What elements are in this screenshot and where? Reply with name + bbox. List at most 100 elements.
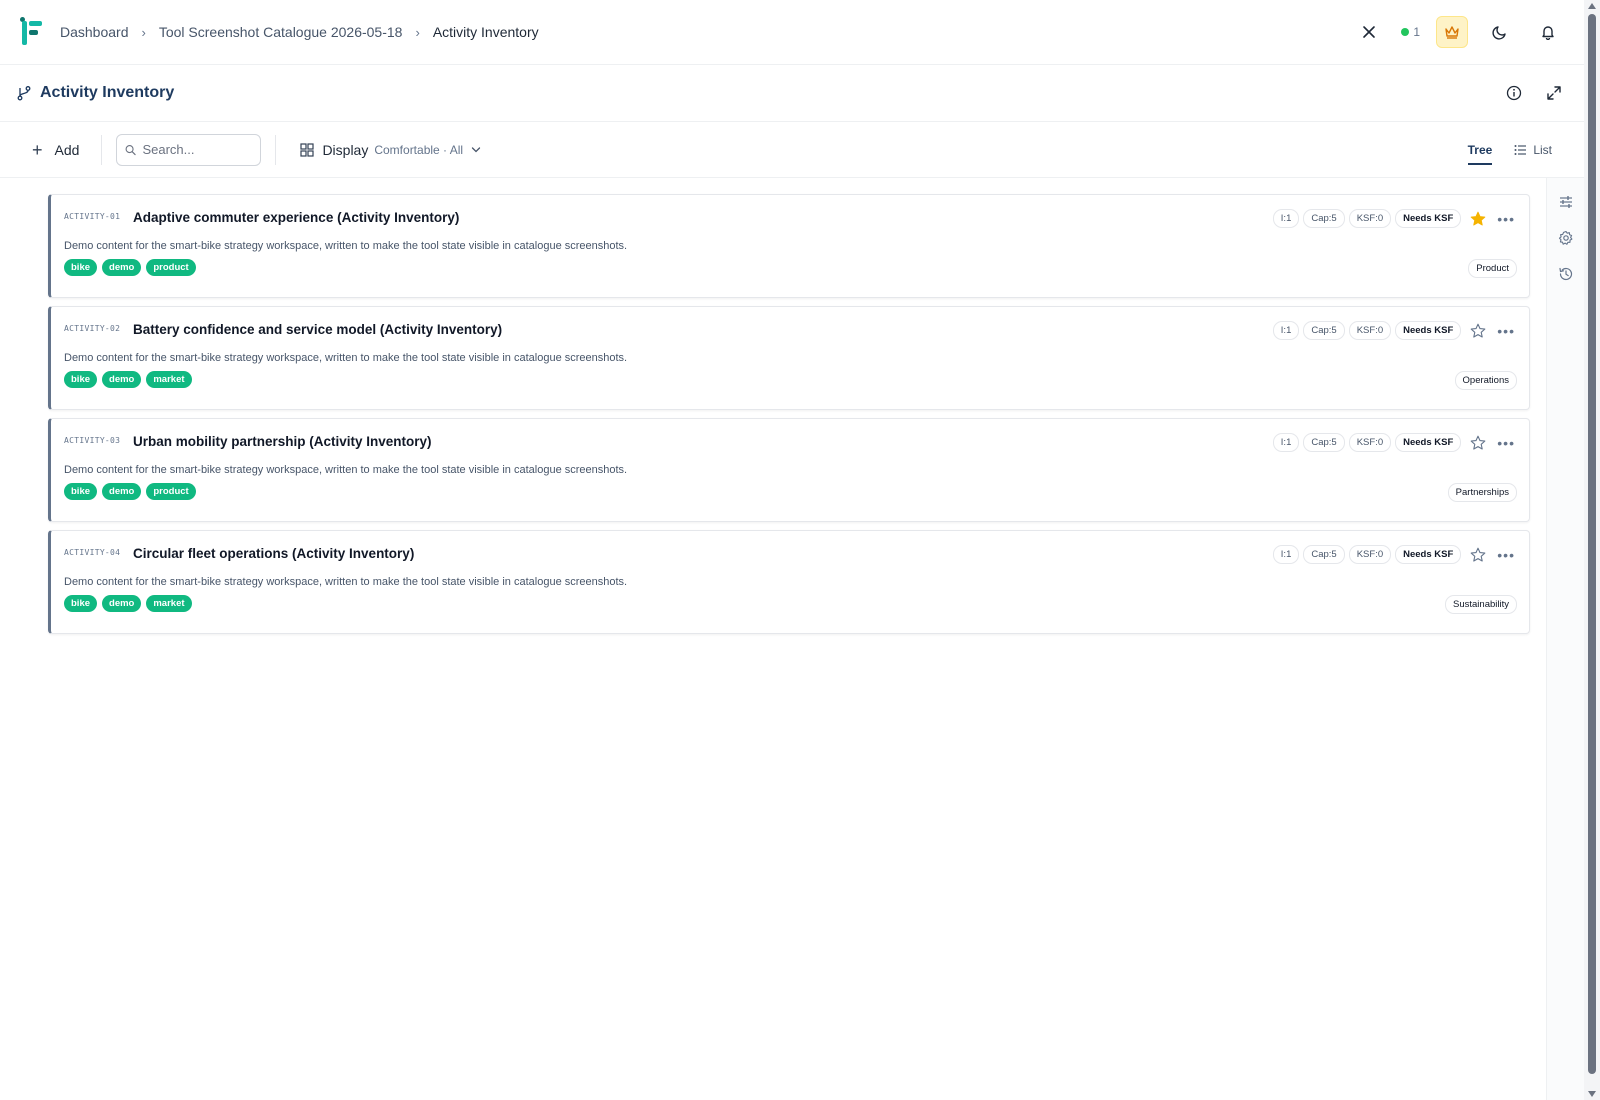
scroll-up-icon[interactable] [1588,3,1596,9]
tab-list[interactable]: List [1514,122,1552,177]
more-options-icon[interactable]: ••• [1497,212,1515,226]
scroll-down-icon[interactable] [1588,1091,1596,1097]
favorite-button[interactable] [1469,322,1487,340]
importance-chip: I:1 [1272,209,1300,228]
activity-card[interactable]: ACTIVITY-01 Adaptive commuter experience… [48,194,1530,298]
page-header: Activity Inventory [0,65,1584,122]
branch-icon [17,86,31,101]
more-options-icon[interactable]: ••• [1497,548,1515,562]
activity-code: ACTIVITY-01 [64,212,121,221]
more-options-icon[interactable]: ••• [1497,436,1515,450]
display-options-button[interactable]: Display Comfortable · All [300,142,481,158]
view-tabs: Tree List [1446,122,1552,177]
breadcrumb-dashboard[interactable]: Dashboard [60,24,129,40]
category-badge: Sustainability [1445,595,1517,614]
tag[interactable]: bike [64,483,98,500]
activity-description: Demo content for the smart-bike strategy… [64,464,628,476]
activity-description: Demo content for the smart-bike strategy… [64,352,628,364]
history-icon [1559,267,1573,281]
capability-chip: Cap:5 [1303,433,1345,452]
favorite-button[interactable] [1469,210,1487,228]
page-title: Activity Inventory [40,84,175,101]
activity-card[interactable]: ACTIVITY-03 Urban mobility partnership (… [48,418,1530,522]
divider [275,134,277,165]
add-label: Add [54,141,80,158]
list-icon [1514,144,1527,155]
close-icon [1363,26,1376,38]
top-bar: Dashboard › Tool Screenshot Catalogue 20… [0,0,1584,65]
favorite-button[interactable] [1469,546,1487,564]
activity-meta: I:1 Cap:5 KSF:0 Needs KSF ••• [1269,545,1515,564]
star-outline-icon [1470,323,1486,338]
scrollbar-thumb[interactable] [1588,14,1596,1074]
settings-button[interactable] [1547,220,1585,256]
tag[interactable]: demo [102,259,142,276]
app-logo[interactable] [20,17,42,47]
chevron-down-icon [471,146,481,152]
activity-code: ACTIVITY-02 [64,324,121,333]
activity-title[interactable]: Circular fleet operations (Activity Inve… [133,546,414,561]
favorite-button[interactable] [1469,434,1487,452]
display-summary: Comfortable · All [374,142,464,157]
activity-card[interactable]: ACTIVITY-02 Battery confidence and servi… [48,306,1530,410]
activity-card[interactable]: ACTIVITY-04 Circular fleet operations (A… [48,530,1530,634]
page-scrollbar[interactable] [1584,0,1600,1100]
info-button[interactable] [1500,79,1528,107]
star-outline-icon [1470,435,1486,450]
bell-icon [1542,26,1554,40]
chevron-right-icon: › [415,24,420,40]
tag[interactable]: product [146,259,196,276]
filters-button[interactable] [1547,184,1585,220]
needs-ksf-badge: Needs KSF [1395,321,1462,340]
breadcrumb-current: Activity Inventory [432,24,539,40]
info-icon [1506,85,1522,101]
tag[interactable]: demo [102,371,142,388]
expand-button[interactable] [1540,79,1568,107]
capability-chip: Cap:5 [1303,545,1345,564]
tag[interactable]: demo [102,595,142,612]
tag[interactable]: product [146,483,196,500]
notifications-button[interactable] [1532,16,1564,48]
tag[interactable]: market [146,595,192,612]
grid-icon [300,142,315,157]
tag-list: bike demo market [64,371,197,388]
activity-title[interactable]: Battery confidence and service model (Ac… [133,322,502,337]
category-badge: Partnerships [1447,483,1517,502]
gear-icon [1558,230,1573,245]
ksf-chip: KSF:0 [1348,209,1392,228]
tag[interactable]: market [146,371,192,388]
online-status[interactable]: 1 [1401,25,1420,39]
tag[interactable]: bike [64,371,98,388]
history-button[interactable] [1547,256,1585,292]
theme-toggle-button[interactable] [1484,16,1516,48]
tab-tree[interactable]: Tree [1467,122,1492,177]
sliders-icon [1560,196,1572,208]
capability-chip: Cap:5 [1303,321,1345,340]
tag[interactable]: bike [64,595,98,612]
activity-title[interactable]: Urban mobility partnership (Activity Inv… [133,434,432,449]
premium-button[interactable] [1436,16,1468,48]
search-box[interactable] [116,133,262,166]
moon-icon [1492,26,1506,40]
crown-icon [1445,26,1459,39]
close-button[interactable] [1353,16,1385,48]
category-badge: Product [1468,259,1517,278]
tag-list: bike demo market [64,595,197,612]
toolbar: + Add Display Comfortable · All Tree Lis… [0,122,1584,178]
activity-list: ACTIVITY-01 Adaptive commuter experience… [48,194,1530,642]
activity-meta: I:1 Cap:5 KSF:0 Needs KSF ••• [1269,321,1515,340]
add-button[interactable]: + Add [32,141,101,159]
tag[interactable]: bike [64,259,98,276]
star-filled-icon [1470,211,1486,225]
activity-description: Demo content for the smart-bike strategy… [64,576,628,588]
plus-icon: + [32,139,43,160]
importance-chip: I:1 [1272,321,1300,340]
more-options-icon[interactable]: ••• [1497,324,1515,338]
activity-title[interactable]: Adaptive commuter experience (Activity I… [133,210,459,225]
activity-code: ACTIVITY-04 [64,548,121,557]
ksf-chip: KSF:0 [1348,433,1392,452]
search-input[interactable] [142,142,253,157]
breadcrumb-catalogue[interactable]: Tool Screenshot Catalogue 2026-05-18 [159,24,403,40]
needs-ksf-badge: Needs KSF [1395,209,1462,228]
tag[interactable]: demo [102,483,142,500]
